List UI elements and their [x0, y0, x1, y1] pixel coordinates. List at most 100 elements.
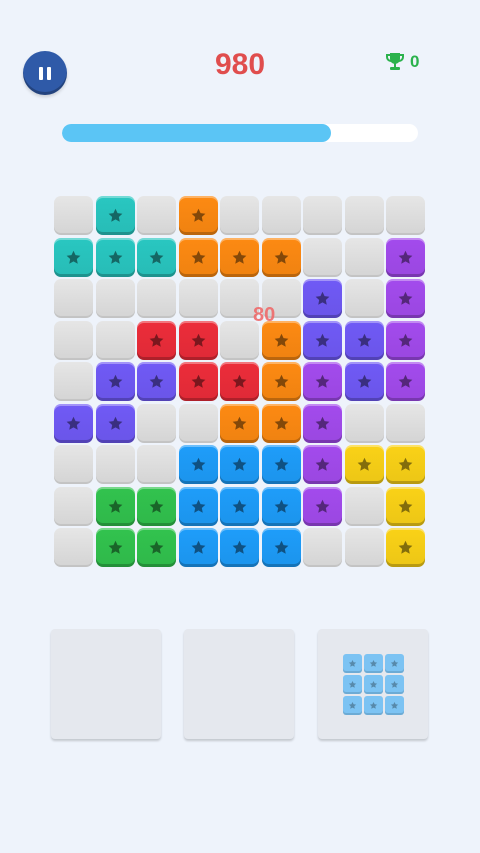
- yellow-star-block: [386, 445, 425, 484]
- blue-star-block: [178, 445, 218, 484]
- purple-star-block: [386, 279, 425, 318]
- blue-star-block: [261, 486, 301, 526]
- teal-star-block: [95, 196, 135, 235]
- star-icon: [398, 291, 413, 305]
- star-icon: [191, 250, 205, 264]
- empty-cell: [261, 196, 301, 235]
- empty-cell: [220, 196, 259, 235]
- piece-3x3-square[interactable]: [343, 654, 405, 716]
- star-icon: [274, 374, 288, 388]
- purple-star-block: [386, 237, 425, 277]
- star-icon: [191, 374, 205, 388]
- green-star-block: [95, 528, 135, 567]
- piece-slot-right[interactable]: [318, 629, 428, 739]
- star-icon: [390, 701, 399, 709]
- piece-star-block: [343, 675, 362, 694]
- orange-star-block: [261, 237, 301, 277]
- best-score-value: 0: [410, 52, 420, 71]
- purple-star-block: [386, 320, 425, 360]
- purple-star-block: [303, 362, 342, 401]
- empty-cell: [178, 279, 218, 318]
- red-star-block: [178, 362, 218, 401]
- star-icon: [149, 374, 164, 388]
- star-icon: [274, 333, 288, 347]
- star-icon: [232, 250, 247, 264]
- blue-star-block: [178, 486, 218, 526]
- orange-star-block: [178, 196, 218, 235]
- indigo-star-block: [137, 362, 176, 401]
- blue-star-block: [261, 445, 301, 484]
- star-icon: [348, 701, 357, 709]
- empty-cell: [344, 486, 384, 526]
- empty-cell: [54, 362, 93, 401]
- empty-cell: [178, 403, 218, 443]
- indigo-star-block: [95, 362, 135, 401]
- star-icon: [191, 208, 205, 222]
- indigo-star-block: [344, 362, 384, 401]
- purple-star-block: [303, 486, 342, 526]
- empty-cell: [137, 445, 176, 484]
- purple-star-block: [303, 403, 342, 443]
- star-icon: [369, 659, 378, 667]
- indigo-star-block: [54, 403, 93, 443]
- red-star-block: [137, 320, 176, 360]
- star-icon: [149, 250, 164, 264]
- star-icon: [357, 333, 371, 347]
- star-icon: [398, 540, 413, 554]
- star-icon: [357, 457, 371, 471]
- star-icon: [108, 250, 122, 264]
- star-icon: [108, 374, 122, 388]
- star-icon: [315, 291, 330, 305]
- empty-cell: [54, 528, 93, 567]
- empty-cell: [95, 279, 135, 318]
- piece-star-block: [343, 696, 362, 715]
- star-icon: [274, 457, 288, 471]
- piece-star-block: [385, 696, 404, 715]
- star-icon: [108, 499, 122, 513]
- star-icon: [274, 250, 288, 264]
- yellow-star-block: [386, 486, 425, 526]
- piece-slot-left[interactable]: [51, 629, 161, 739]
- piece-star-block: [343, 654, 362, 673]
- piece-star-block: [385, 654, 404, 673]
- empty-cell: [303, 528, 342, 567]
- teal-star-block: [137, 237, 176, 277]
- orange-star-block: [178, 237, 218, 277]
- star-icon: [232, 499, 247, 513]
- empty-cell: [54, 196, 93, 235]
- game-board[interactable]: [54, 196, 426, 568]
- star-icon: [232, 416, 247, 430]
- star-icon: [66, 250, 81, 264]
- star-icon: [232, 374, 247, 388]
- piece-slot-middle[interactable]: [184, 629, 294, 739]
- green-star-block: [137, 528, 176, 567]
- trophy-icon: [386, 53, 404, 70]
- star-icon: [191, 499, 205, 513]
- star-icon: [315, 457, 330, 471]
- star-icon: [108, 416, 122, 430]
- star-icon: [232, 540, 247, 554]
- points-popup: 80: [253, 304, 276, 326]
- star-icon: [149, 540, 164, 554]
- teal-star-block: [95, 237, 135, 277]
- piece-star-block: [385, 675, 404, 694]
- empty-cell: [303, 196, 342, 235]
- red-star-block: [178, 320, 218, 360]
- star-icon: [149, 333, 164, 347]
- empty-cell: [137, 279, 176, 318]
- purple-star-block: [386, 362, 425, 401]
- indigo-star-block: [344, 320, 384, 360]
- star-icon: [390, 680, 399, 688]
- star-icon: [274, 540, 288, 554]
- piece-star-block: [364, 675, 383, 694]
- star-icon: [66, 416, 81, 430]
- purple-star-block: [303, 445, 342, 484]
- green-star-block: [95, 486, 135, 526]
- star-icon: [191, 457, 205, 471]
- empty-cell: [303, 237, 342, 277]
- star-icon: [191, 540, 205, 554]
- star-icon: [108, 540, 122, 554]
- empty-cell: [386, 196, 425, 235]
- empty-cell: [54, 279, 93, 318]
- star-icon: [315, 499, 330, 513]
